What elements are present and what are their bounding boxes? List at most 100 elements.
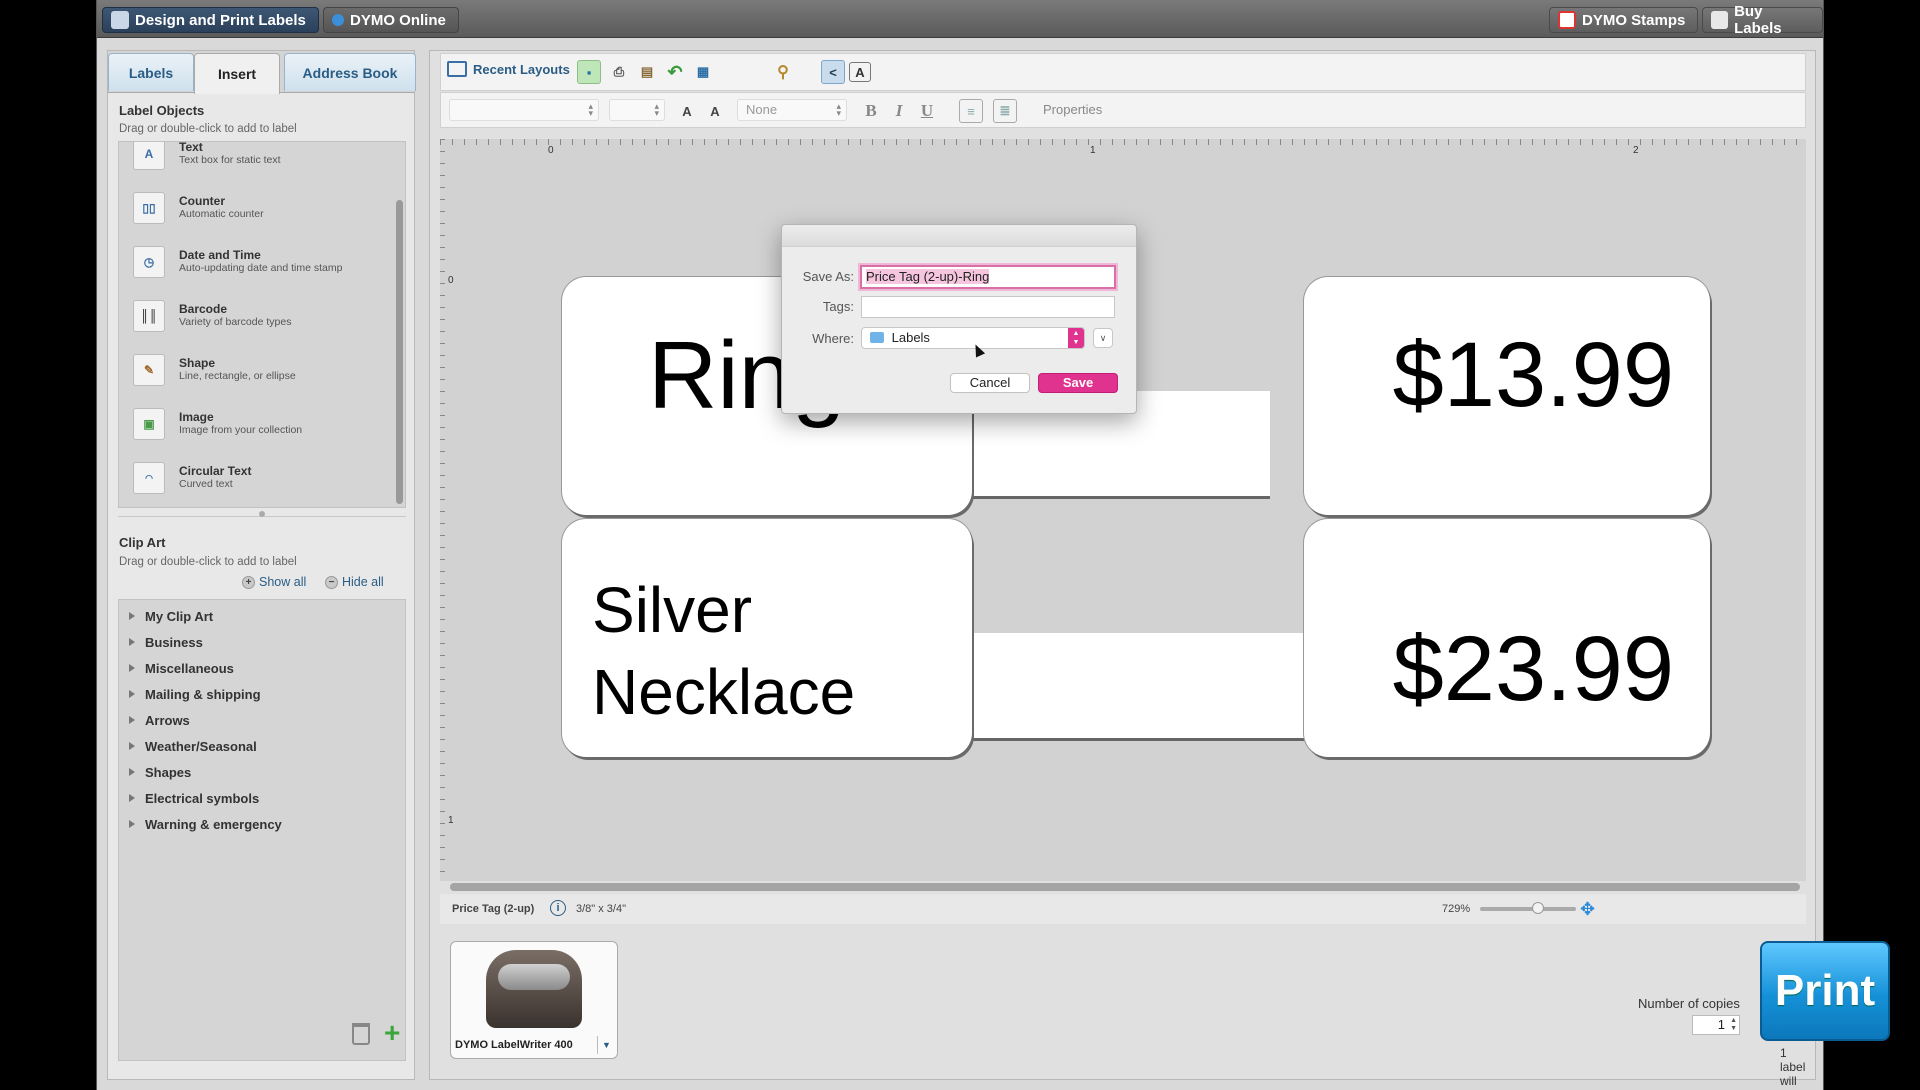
- clip-category[interactable]: Shapes: [129, 765, 191, 780]
- properties-button[interactable]: Properties: [1043, 102, 1102, 117]
- calendar-clock-icon: ◷: [133, 246, 165, 278]
- cancel-button[interactable]: Cancel: [950, 373, 1030, 393]
- tags-input[interactable]: [861, 296, 1115, 318]
- print-button[interactable]: Print: [1760, 941, 1890, 1041]
- where-label: Where:: [812, 331, 854, 346]
- chevron-updown-icon[interactable]: ▲ ▼: [1068, 328, 1084, 348]
- clip-category-label: Weather/Seasonal: [145, 739, 257, 754]
- layout-name: Price Tag (2-up): [452, 903, 535, 915]
- recent-layouts-label: Recent Layouts: [473, 61, 570, 77]
- ruler-mark: 2: [1633, 145, 1639, 156]
- design-and-print-tab[interactable]: Design and Print Labels: [102, 7, 319, 33]
- printer-selector[interactable]: DYMO LabelWriter 400 ▼: [450, 941, 618, 1059]
- object-image[interactable]: ▣ Image Image from your collection: [133, 404, 373, 444]
- clip-category[interactable]: Electrical symbols: [129, 791, 259, 806]
- chevron-updown-icon: ▴ ▾: [654, 101, 659, 118]
- object-barcode[interactable]: ║║ Barcode Variety of barcode types: [133, 296, 373, 336]
- vertical-align-icon[interactable]: ≣: [993, 99, 1017, 123]
- clip-art-title: Clip Art: [119, 535, 166, 550]
- clip-category[interactable]: Mailing & shipping: [129, 687, 261, 702]
- italic-icon[interactable]: I: [887, 99, 911, 123]
- add-icon[interactable]: +: [384, 1019, 400, 1047]
- label-size: 3/8" x 3/4": [576, 903, 627, 915]
- object-desc: Curved text: [179, 478, 233, 490]
- hide-all-text: Hide all: [342, 575, 384, 589]
- dymo-stamps-button[interactable]: DYMO Stamps: [1549, 7, 1699, 33]
- tab-insert-text: Insert: [217, 66, 257, 82]
- label-price-text[interactable]: $13.99: [1393, 323, 1674, 428]
- object-name: Barcode: [179, 302, 228, 316]
- undo-icon[interactable]: ↶: [663, 60, 687, 84]
- info-icon[interactable]: i: [550, 900, 566, 916]
- clip-category[interactable]: Business: [129, 635, 203, 650]
- save-as-input[interactable]: Price Tag (2-up)-Ring: [860, 265, 1116, 289]
- objects-scrollbar[interactable]: [396, 200, 403, 504]
- decrease-font-icon[interactable]: A: [675, 99, 699, 123]
- shape-icon: ✎: [133, 354, 165, 386]
- text-tool-icon[interactable]: A: [849, 62, 871, 82]
- copies-stepper[interactable]: 1 ▲ ▼: [1692, 1015, 1740, 1035]
- underline-icon[interactable]: U: [915, 99, 939, 123]
- object-desc: Line, rectangle, or ellipse: [179, 370, 296, 382]
- left-tabs: Labels Insert Address Book: [108, 51, 416, 94]
- save-icon[interactable]: ▪: [577, 60, 601, 84]
- increase-font-icon[interactable]: A: [703, 99, 727, 123]
- tab-insert[interactable]: Insert: [194, 53, 280, 94]
- clip-category[interactable]: Arrows: [129, 713, 190, 728]
- object-name: Circular Text: [179, 464, 252, 478]
- trash-icon[interactable]: [352, 1023, 370, 1045]
- tab-address-book[interactable]: Address Book: [284, 53, 416, 91]
- label-price-panel[interactable]: $13.99: [1304, 277, 1710, 515]
- printer-dropdown-icon[interactable]: ▼: [597, 1036, 615, 1054]
- zoom-slider-thumb[interactable]: [1532, 902, 1544, 914]
- recent-layouts-button[interactable]: Recent Layouts: [447, 61, 570, 77]
- stepper-arrows-icon[interactable]: ▲ ▼: [1730, 1017, 1737, 1033]
- disclosure-triangle-icon: [129, 612, 135, 620]
- disclosure-triangle-icon: [129, 638, 135, 646]
- clip-category-label: Arrows: [145, 713, 190, 728]
- horizontal-ruler: 0 1 2: [440, 139, 1806, 159]
- buy-labels-button[interactable]: Buy Labels: [1702, 3, 1823, 37]
- hide-all-link[interactable]: − Hide all: [325, 575, 384, 589]
- font-size-select[interactable]: ▴ ▾: [609, 99, 665, 121]
- font-family-select[interactable]: ▴ ▾: [449, 99, 599, 121]
- fit-to-window-icon[interactable]: ✥: [1580, 899, 1595, 920]
- save-button[interactable]: Save: [1038, 373, 1118, 393]
- dymo-online-tab[interactable]: DYMO Online: [323, 7, 459, 33]
- find-icon[interactable]: ⚲: [771, 60, 795, 84]
- object-text[interactable]: A Text Text box for static text: [133, 142, 373, 174]
- label-name-text[interactable]: Silver Necklace: [592, 569, 855, 733]
- clip-category[interactable]: My Clip Art: [129, 609, 213, 624]
- paste-icon[interactable]: ▤: [635, 60, 659, 84]
- label-price-text[interactable]: $23.99: [1393, 617, 1674, 722]
- object-counter[interactable]: ▯▯ Counter Automatic counter: [133, 188, 373, 228]
- canvas-scrollbar[interactable]: [450, 883, 1800, 891]
- object-date-time[interactable]: ◷ Date and Time Auto-updating date and t…: [133, 242, 373, 282]
- show-all-link[interactable]: + Show all: [242, 575, 306, 589]
- left-panel: Labels Insert Address Book Label Objects…: [107, 50, 416, 1080]
- font-style-select[interactable]: None ▴ ▾: [737, 99, 847, 121]
- label-printer-icon: [111, 11, 129, 29]
- align-left-tool-icon[interactable]: <: [821, 60, 845, 84]
- stamp-icon: [1558, 11, 1576, 29]
- clip-category[interactable]: Warning & emergency: [129, 817, 282, 832]
- clip-art-subtitle: Drag or double-click to add to label: [119, 556, 297, 568]
- preview-icon[interactable]: ▦: [691, 60, 715, 84]
- split-handle[interactable]: [259, 511, 265, 517]
- text-align-icon[interactable]: ≡: [959, 99, 983, 123]
- print-icon[interactable]: ⎙: [607, 60, 631, 84]
- bold-icon[interactable]: B: [859, 99, 883, 123]
- counter-icon: ▯▯: [133, 192, 165, 224]
- main-toolbar: Recent Layouts ▪ ⎙ ▤ ↶ ▦ ⚲ < A: [440, 53, 1806, 91]
- zoom-slider[interactable]: [1480, 907, 1576, 911]
- label-price-panel[interactable]: $23.99: [1304, 519, 1710, 757]
- label-name-panel[interactable]: Silver Necklace: [562, 519, 972, 757]
- barcode-icon: ║║: [133, 300, 165, 332]
- clip-category[interactable]: Weather/Seasonal: [129, 739, 257, 754]
- save-as-value: Price Tag (2-up)-Ring: [866, 269, 990, 284]
- expand-dialog-button[interactable]: ∨: [1093, 328, 1113, 348]
- tab-labels[interactable]: Labels: [108, 53, 194, 91]
- object-circular-text[interactable]: ◠ Circular Text Curved text: [133, 458, 373, 498]
- clip-category[interactable]: Miscellaneous: [129, 661, 234, 676]
- object-shape[interactable]: ✎ Shape Line, rectangle, or ellipse: [133, 350, 373, 390]
